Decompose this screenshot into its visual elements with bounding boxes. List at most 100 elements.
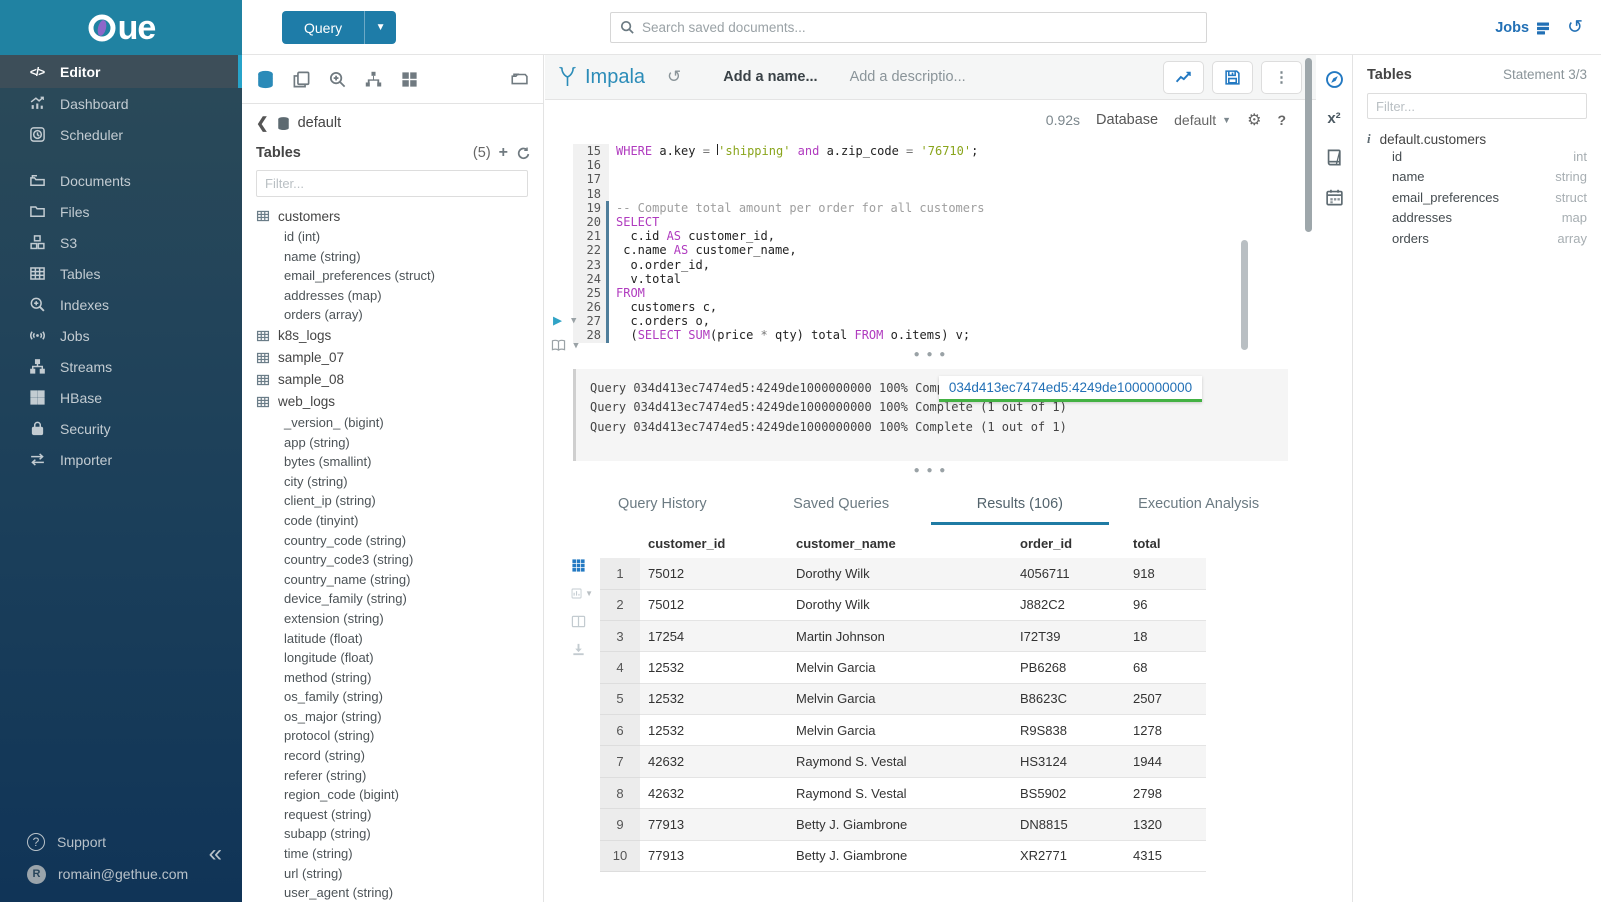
add-table-icon[interactable]: + bbox=[499, 144, 508, 162]
table-row[interactable]: 512532Melvin GarciaB8623C2507 bbox=[600, 683, 1206, 714]
more-actions-button[interactable]: ⋮ bbox=[1261, 61, 1302, 94]
assist-column[interactable]: user_agent (string) bbox=[256, 883, 531, 903]
assist-table-sample_07[interactable]: sample_07 bbox=[256, 347, 531, 369]
code-line-20[interactable]: 20SELECT bbox=[545, 215, 1316, 229]
code-line-17[interactable]: 17 bbox=[545, 172, 1316, 186]
query-description-field[interactable]: Add a descriptio... bbox=[850, 69, 966, 85]
assist-databases-icon[interactable] bbox=[256, 70, 275, 89]
right-column-email_preferences[interactable]: email_preferencesstruct bbox=[1367, 188, 1587, 208]
execute-button[interactable]: ▶ bbox=[553, 311, 562, 329]
jobs-link[interactable]: Jobs bbox=[1495, 20, 1551, 36]
code-line-28[interactable]: 28 (SELECT SUM(price * qty) total FROM o… bbox=[545, 328, 1316, 342]
settings-gear-icon[interactable]: ⚙ bbox=[1247, 110, 1261, 130]
assist-column[interactable]: extension (string) bbox=[256, 609, 531, 629]
download-icon[interactable] bbox=[571, 642, 593, 657]
assist-column[interactable]: os_family (string) bbox=[256, 687, 531, 707]
column-header-customer_name[interactable]: customer_name bbox=[788, 530, 1012, 558]
assist-column[interactable]: longitude (float) bbox=[256, 648, 531, 668]
sidebar-item-editor[interactable]: </>Editor bbox=[0, 55, 242, 88]
sidebar-item-scheduler[interactable]: Scheduler bbox=[0, 119, 242, 150]
save-button[interactable] bbox=[1212, 61, 1253, 94]
assist-column[interactable]: app (string) bbox=[256, 433, 531, 453]
assist-column[interactable]: client_ip (string) bbox=[256, 491, 531, 511]
database-caret-icon[interactable]: ▼ bbox=[1222, 115, 1231, 125]
assist-column[interactable]: os_major (string) bbox=[256, 707, 531, 727]
code-line-24[interactable]: 24 v.total bbox=[545, 272, 1316, 286]
language-reference-icon[interactable] bbox=[1325, 148, 1344, 167]
assist-column[interactable]: country_code (string) bbox=[256, 531, 531, 551]
table-row[interactable]: 317254Martin JohnsonI72T3918 bbox=[600, 620, 1206, 651]
assist-column[interactable]: latitude (float) bbox=[256, 629, 531, 649]
tab-saved-queries[interactable]: Saved Queries bbox=[752, 489, 931, 525]
global-search[interactable] bbox=[610, 12, 1207, 43]
assist-column[interactable]: region_code (bigint) bbox=[256, 785, 531, 805]
sql-editor[interactable]: 15WHERE a.key = 'shipping' and a.zip_cod… bbox=[545, 144, 1316, 343]
resize-handle-top[interactable]: ● ● ● bbox=[545, 351, 1316, 363]
assist-column[interactable]: device_family (string) bbox=[256, 589, 531, 609]
sidebar-item-s3[interactable]: S3 bbox=[0, 227, 242, 258]
chart-view-icon[interactable]: ▼ bbox=[571, 586, 593, 601]
query-id-link[interactable]: 034d413ec7474ed5:4249de1000000000 bbox=[939, 376, 1202, 402]
table-row[interactable]: 275012Dorothy WilkJ882C296 bbox=[600, 589, 1206, 620]
database-select[interactable]: default bbox=[1174, 112, 1216, 128]
right-column-addresses[interactable]: addressesmap bbox=[1367, 208, 1587, 228]
engine-name[interactable]: Impala bbox=[585, 66, 645, 89]
hue-logo[interactable]: ue bbox=[0, 0, 242, 55]
task-history-icon[interactable]: ↺ bbox=[1567, 16, 1583, 39]
main-scrollbar[interactable] bbox=[1305, 58, 1312, 232]
sidebar-item-security[interactable]: Security bbox=[0, 413, 242, 444]
sidebar-item-tables[interactable]: Tables bbox=[0, 258, 242, 289]
table-row[interactable]: 412532Melvin GarciaPB626868 bbox=[600, 652, 1206, 683]
assist-column[interactable]: method (string) bbox=[256, 668, 531, 688]
sidebar-item-files[interactable]: Files bbox=[0, 196, 242, 227]
editor-assistant-icon[interactable] bbox=[1325, 70, 1344, 89]
assist-column[interactable]: city (string) bbox=[256, 472, 531, 492]
query-dropdown-caret[interactable]: ▼ bbox=[364, 11, 396, 44]
assist-column[interactable]: orders (array) bbox=[256, 305, 531, 325]
assist-column[interactable]: url (string) bbox=[256, 864, 531, 884]
assist-column[interactable]: referer (string) bbox=[256, 766, 531, 786]
table-row[interactable]: 842632Raymond S. VestalBS59022798 bbox=[600, 777, 1206, 808]
sidebar-item-dashboard[interactable]: Dashboard bbox=[0, 88, 242, 119]
assist-column[interactable]: protocol (string) bbox=[256, 726, 531, 746]
code-line-15[interactable]: 15WHERE a.key = 'shipping' and a.zip_cod… bbox=[545, 144, 1316, 158]
columns-view-icon[interactable] bbox=[571, 614, 593, 629]
assist-table-sample_08[interactable]: sample_08 bbox=[256, 369, 531, 391]
query-name-field[interactable]: Add a name... bbox=[723, 69, 817, 85]
code-line-26[interactable]: 26 customers c, bbox=[545, 300, 1316, 314]
search-input[interactable] bbox=[642, 20, 1197, 35]
resize-handle-bottom[interactable]: ● ● ● bbox=[545, 467, 1316, 479]
assist-table-web_logs[interactable]: web_logs bbox=[256, 391, 531, 413]
refresh-icon[interactable] bbox=[516, 146, 531, 161]
column-header-customer_id[interactable]: customer_id bbox=[640, 530, 788, 558]
code-line-18[interactable]: 18 bbox=[545, 187, 1316, 201]
execute-options-caret[interactable]: ▼ bbox=[571, 316, 576, 326]
table-row[interactable]: 742632Raymond S. VestalHS31241944 bbox=[600, 746, 1206, 777]
assist-column[interactable]: country_code3 (string) bbox=[256, 550, 531, 570]
code-line-16[interactable]: 16 bbox=[545, 158, 1316, 172]
right-column-name[interactable]: namestring bbox=[1367, 167, 1587, 187]
active-table-name[interactable]: default.customers bbox=[1380, 132, 1487, 147]
editor-scrollbar[interactable] bbox=[1241, 240, 1248, 350]
assist-filter-input[interactable] bbox=[256, 170, 528, 197]
tab-results-106-[interactable]: Results (106) bbox=[931, 489, 1110, 525]
database-breadcrumb[interactable]: ❮ default bbox=[256, 114, 531, 132]
table-row[interactable]: 175012Dorothy Wilk4056711918 bbox=[600, 558, 1206, 589]
code-line-22[interactable]: 22 c.name AS customer_name, bbox=[545, 243, 1316, 257]
assist-apps-icon[interactable] bbox=[400, 70, 419, 89]
table-row[interactable]: 977913Betty J. GiambroneDN88151320 bbox=[600, 809, 1206, 840]
assist-table-customers[interactable]: customers bbox=[256, 205, 531, 227]
query-history-icon[interactable]: ↺ bbox=[667, 67, 681, 87]
format-book-icon[interactable]: ▼ bbox=[551, 339, 579, 355]
help-question-icon[interactable]: ? bbox=[1277, 112, 1286, 128]
right-column-id[interactable]: idint bbox=[1367, 147, 1587, 167]
assist-shared-docs-icon[interactable] bbox=[510, 70, 529, 89]
sidebar-item-streams[interactable]: Streams bbox=[0, 351, 242, 382]
code-line-25[interactable]: 25FROM bbox=[545, 286, 1316, 300]
sidebar-item-jobs[interactable]: Jobs bbox=[0, 320, 242, 351]
grid-view-icon[interactable] bbox=[571, 558, 593, 573]
assist-column[interactable]: time (string) bbox=[256, 844, 531, 864]
collapse-sidebar-button[interactable]: « bbox=[209, 840, 222, 868]
back-chevron-icon[interactable]: ❮ bbox=[256, 114, 269, 132]
tab-query-history[interactable]: Query History bbox=[573, 489, 752, 525]
